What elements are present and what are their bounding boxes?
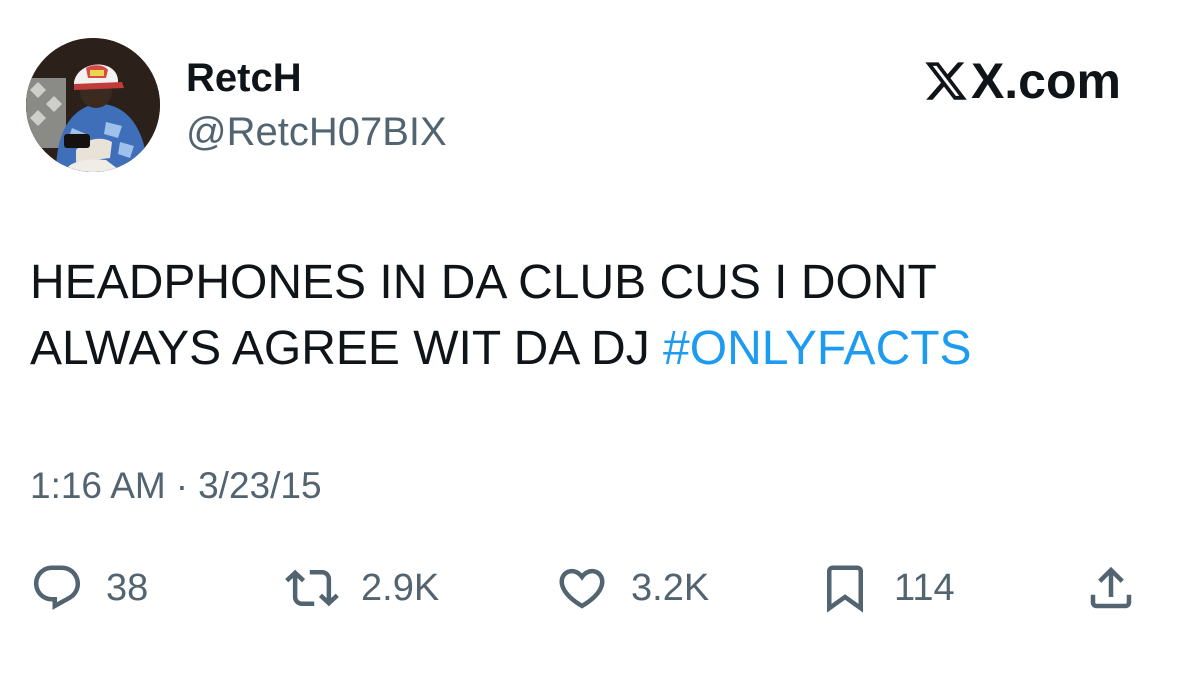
repost-button[interactable]: 2.9K — [285, 560, 439, 616]
repost-count: 2.9K — [361, 567, 440, 609]
like-button[interactable]: 3.2K — [555, 560, 709, 616]
heart-icon — [559, 568, 605, 609]
repost-icon — [285, 569, 339, 607]
reply-button[interactable]: 38 — [30, 560, 148, 616]
bookmark-count: 114 — [894, 567, 955, 609]
tweet-card: RetcH @RetcH07BIX X.com HEADPHONES IN DA… — [0, 0, 1179, 679]
display-name[interactable]: RetcH — [186, 56, 302, 100]
hashtag-link[interactable]: #ONLYFACTS — [663, 322, 972, 375]
x-logo-icon — [925, 62, 967, 100]
bookmark-button[interactable]: 114 — [818, 560, 955, 616]
share-icon — [1090, 566, 1132, 609]
tweet-text: HEADPHONES IN DA CLUB CUS I DONT ALWAYS … — [30, 250, 1130, 382]
separator-dot: · — [175, 465, 189, 506]
handle[interactable]: @RetcH07BIX — [186, 110, 447, 154]
reply-count: 38 — [106, 567, 149, 609]
tweet-time: 1:16 AM — [30, 465, 166, 506]
brand-text: X.com — [970, 53, 1121, 109]
tweet-date: 3/23/15 — [198, 465, 322, 506]
share-button[interactable] — [1084, 560, 1138, 616]
bookmark-icon — [827, 565, 863, 613]
avatar[interactable] — [26, 38, 160, 172]
like-count: 3.2K — [631, 567, 710, 609]
timestamp[interactable]: 1:16 AM · 3/23/15 — [30, 464, 322, 508]
reply-icon — [33, 565, 81, 610]
brand-logo: X.com — [923, 54, 1121, 108]
avatar-image — [26, 38, 160, 172]
